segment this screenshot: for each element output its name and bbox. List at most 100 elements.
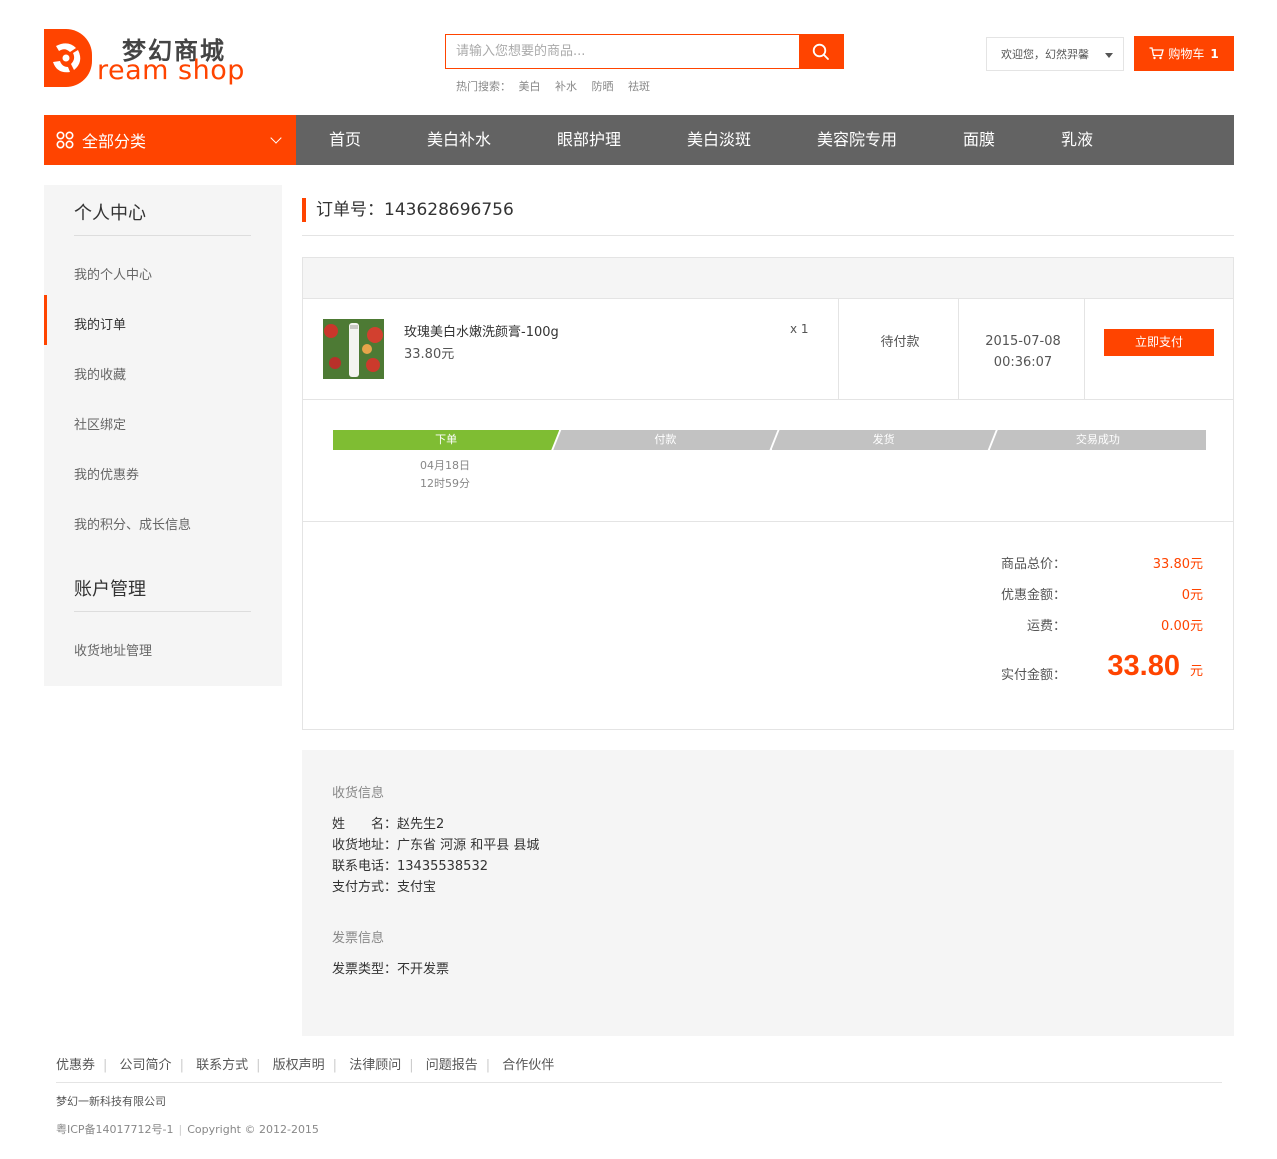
step-date: 04月18日 xyxy=(420,459,470,472)
nav-item-home[interactable]: 首页 xyxy=(329,115,361,165)
caret-down-icon xyxy=(1105,53,1113,58)
divider xyxy=(1084,299,1085,400)
progress-step-complete: 交易成功 xyxy=(989,430,1206,450)
all-categories-label: 全部分类 xyxy=(82,132,147,151)
welcome-text: 欢迎您，幻然羿馨 xyxy=(1001,48,1089,61)
footer-copyright: 粤ICP备14017712号-1 | Copyright © 2012-2015 xyxy=(56,1123,319,1136)
product-quantity: x 1 xyxy=(790,322,809,336)
step-time: 12时59分 xyxy=(420,477,470,490)
discount-value: 0元 xyxy=(1181,588,1203,603)
paid-amount-unit: 元 xyxy=(1189,664,1203,679)
invoice-info-heading: 发票信息 xyxy=(332,931,385,946)
logo-symbol-icon xyxy=(53,43,81,73)
nav-item-eye-care[interactable]: 眼部护理 xyxy=(557,115,621,165)
invoice-type: 发票类型：不开发票 xyxy=(332,962,450,977)
goods-total-value: 33.80元 xyxy=(1152,557,1203,572)
nav-item-mask[interactable]: 面膜 xyxy=(963,115,995,165)
order-progress: 下单 付款 发货 交易成功 xyxy=(333,430,1206,450)
footer-icp: 粤ICP备14017712号-1 xyxy=(56,1123,174,1136)
sidebar-item-my-center[interactable]: 我的个人中心 xyxy=(74,264,152,283)
main-nav: 全部分类 首页 美白补水 眼部护理 美白淡斑 美容院专用 面膜 乳液 xyxy=(44,115,1234,165)
sidebar-title-personal: 个人中心 xyxy=(74,203,146,224)
payment-method: 支付方式：支付宝 xyxy=(332,880,437,895)
progress-step-ordered: 下单 xyxy=(333,430,559,450)
goods-total-label: 商品总价： xyxy=(1000,557,1066,572)
sidebar-item-my-favorites[interactable]: 我的收藏 xyxy=(74,364,126,383)
sidebar-item-points[interactable]: 我的积分、成长信息 xyxy=(74,514,191,533)
cart-label: 购物车 xyxy=(1168,47,1205,61)
divider xyxy=(303,399,1233,400)
footer-link-coupons[interactable]: 优惠券 xyxy=(56,1058,95,1073)
cart-button[interactable]: 购物车 1 xyxy=(1134,36,1234,71)
nav-item-salon[interactable]: 美容院专用 xyxy=(817,115,897,165)
paid-amount: 33.80 元 xyxy=(1107,650,1203,683)
footer-link-partners[interactable]: 合作伙伴 xyxy=(502,1058,554,1073)
order-date: 2015-07-08 xyxy=(985,334,1061,349)
sidebar-item-coupons[interactable]: 我的优惠券 xyxy=(74,464,139,483)
product-price: 33.80元 xyxy=(404,347,455,362)
search-input[interactable] xyxy=(446,35,799,68)
order-datetime: 2015-07-08 00:36:07 xyxy=(960,331,1086,373)
product-image xyxy=(323,319,384,379)
footer-link-report[interactable]: 问题报告 xyxy=(426,1058,478,1073)
progress-step-time: 04月18日 12时59分 xyxy=(420,457,470,493)
nav-item-whitening-hydrating[interactable]: 美白补水 xyxy=(427,115,491,165)
grid-icon xyxy=(56,131,74,149)
divider xyxy=(74,611,251,612)
sidebar-item-community[interactable]: 社区绑定 xyxy=(74,414,126,433)
all-categories-button[interactable]: 全部分类 xyxy=(44,115,296,165)
cart-icon xyxy=(1149,47,1165,60)
hot-search-term[interactable]: 祛斑 xyxy=(628,80,650,93)
divider xyxy=(303,521,1233,522)
user-menu[interactable]: 欢迎您，幻然羿馨 xyxy=(986,37,1124,71)
hot-search-term[interactable]: 防晒 xyxy=(592,80,614,93)
order-status: 待付款 xyxy=(880,335,920,350)
hot-search-term[interactable]: 补水 xyxy=(555,80,577,93)
order-number: 订单号：143628696756 xyxy=(302,198,514,222)
cart-count: 1 xyxy=(1210,46,1219,61)
product-thumbnail[interactable] xyxy=(323,319,384,379)
paid-amount-value: 33.80 xyxy=(1107,650,1180,682)
footer-copyright-text: Copyright © 2012-2015 xyxy=(187,1123,319,1136)
logo-name-en: ream shop xyxy=(97,55,245,86)
hot-searches: 热门搜索： 美白 补水 防晒 祛斑 xyxy=(456,78,661,94)
order-info-panel: 收货信息 姓 名：赵先生2 收货地址：广东省 河源 和平县 县城 联系电话：13… xyxy=(302,750,1234,1036)
sidebar-item-address[interactable]: 收货地址管理 xyxy=(74,640,152,659)
pay-now-button[interactable]: 立即支付 xyxy=(1104,329,1214,356)
discount-label: 优惠金额： xyxy=(1000,588,1066,603)
order-time: 00:36:07 xyxy=(993,355,1053,370)
footer-links: 优惠券 | 公司简介 | 联系方式 | 版权声明 | 法律顾问 | 问题报告 | 合作伙伴 xyxy=(56,1058,555,1073)
divider xyxy=(958,299,959,400)
hot-search-term[interactable]: 美白 xyxy=(519,80,541,93)
divider xyxy=(74,235,251,236)
order-table-header xyxy=(303,258,1233,299)
active-indicator xyxy=(44,295,47,345)
shipping-value: 0.00元 xyxy=(1161,619,1203,634)
order-detail-box: 玫瑰美白水嫩洗颜膏-100g 33.80 元 x 1 待付款 2015-07-08… xyxy=(302,257,1234,730)
footer-link-about[interactable]: 公司简介 xyxy=(120,1058,172,1073)
footer-company: 梦幻一新科技有限公司 xyxy=(56,1095,166,1108)
hot-search-label: 热门搜索： xyxy=(456,80,511,93)
sidebar: 个人中心 我的个人中心 我的订单 我的收藏 社区绑定 我的优惠券 我的积分、成长… xyxy=(44,185,282,686)
product-name[interactable]: 玫瑰美白水嫩洗颜膏-100g xyxy=(404,321,559,340)
shipping-info-heading: 收货信息 xyxy=(332,786,385,801)
paid-amount-label: 实付金额： xyxy=(1000,668,1066,683)
search-button[interactable] xyxy=(799,35,843,68)
progress-step-paid: 付款 xyxy=(553,430,777,450)
divider xyxy=(302,235,1234,236)
footer-link-legal[interactable]: 法律顾问 xyxy=(349,1058,401,1073)
shipping-label: 运费： xyxy=(1026,619,1066,634)
footer-link-copyright[interactable]: 版权声明 xyxy=(273,1058,325,1073)
logo-mark xyxy=(44,29,92,87)
chevron-down-icon xyxy=(270,132,282,144)
sidebar-item-my-orders[interactable]: 我的订单 xyxy=(74,314,126,333)
nav-item-lotion[interactable]: 乳液 xyxy=(1061,115,1093,165)
recipient-name: 姓 名：赵先生2 xyxy=(332,817,445,832)
logo[interactable]: 梦幻商城 ream shop xyxy=(44,29,244,89)
contact-phone: 联系电话：13435538532 xyxy=(332,859,488,874)
sidebar-title-account: 账户管理 xyxy=(74,579,146,600)
progress-step-shipped: 发货 xyxy=(772,430,996,450)
nav-item-whitening-spot[interactable]: 美白淡斑 xyxy=(687,115,751,165)
footer-link-contact[interactable]: 联系方式 xyxy=(196,1058,248,1073)
shipping-address: 收货地址：广东省 河源 和平县 县城 xyxy=(332,838,540,853)
